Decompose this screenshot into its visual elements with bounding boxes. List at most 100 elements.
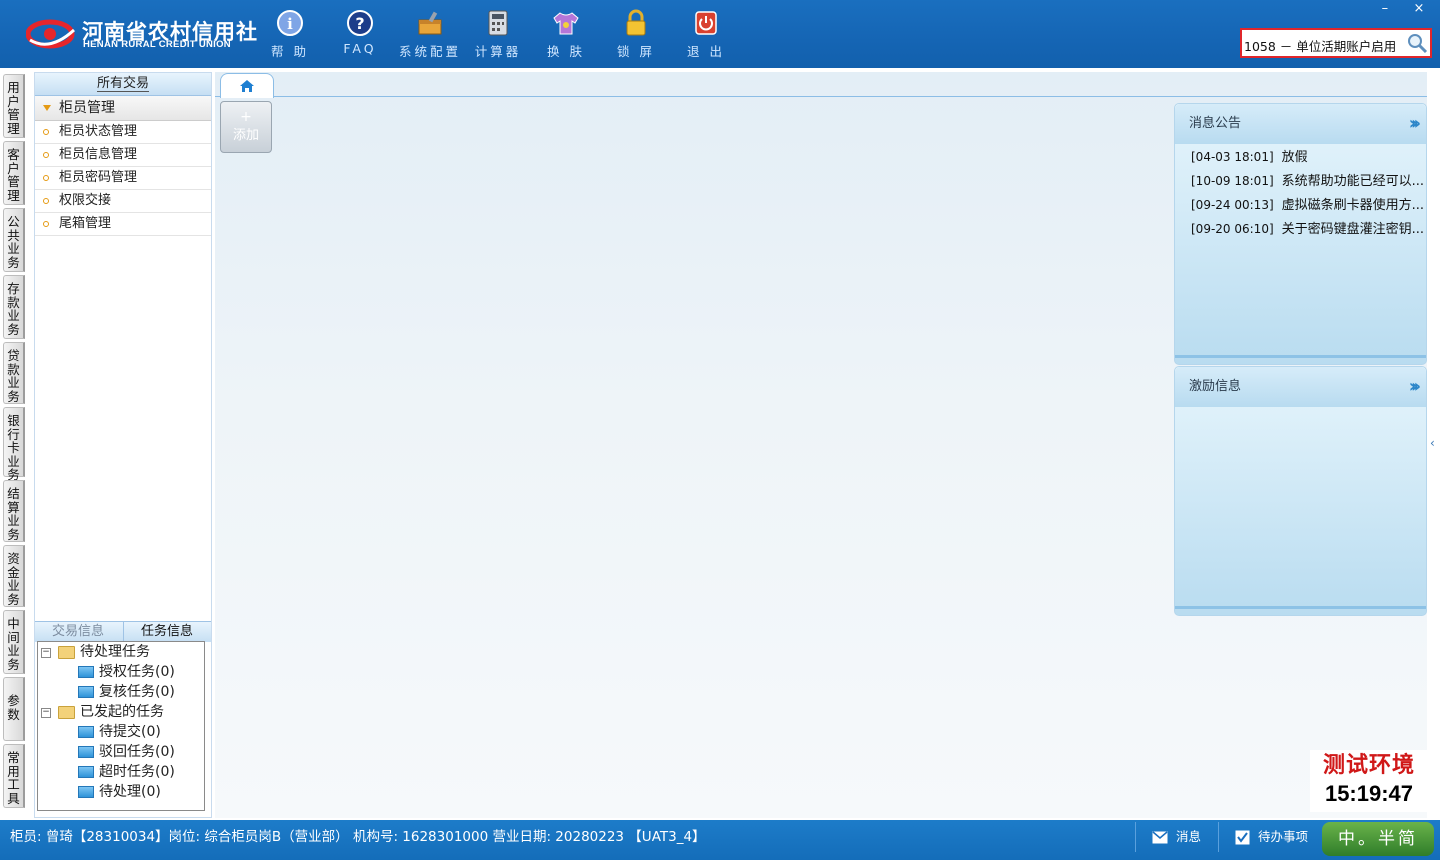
info-tabs: 交易信息 任务信息 [35, 621, 211, 642]
tree-node-to-process[interactable]: 待处理(0) [78, 782, 161, 802]
close-button[interactable]: × [1404, 0, 1434, 18]
toolbox-icon [418, 11, 442, 35]
more-chevron-icon[interactable]: ››› [1409, 367, 1421, 407]
tab-loan-business[interactable]: 贷款业务 [3, 342, 25, 404]
tab-bank-card-business[interactable]: 银行卡业务 [3, 407, 25, 482]
tab-public-business[interactable]: 公共业务 [3, 208, 25, 272]
help-label: 帮 助 [271, 44, 309, 59]
exit-label: 退 出 [687, 44, 725, 59]
system-config-label: 系统配置 [398, 44, 461, 59]
tab-fund-business[interactable]: 资金业务 [3, 545, 25, 607]
change-skin-label: 换 肤 [547, 44, 585, 59]
svg-text:?: ? [355, 14, 364, 33]
notice-header: 消息公告 ››› [1175, 104, 1426, 144]
bullet-icon [43, 220, 49, 227]
menu-item-permission-handover[interactable]: 权限交接 [35, 190, 211, 213]
folder-icon [58, 645, 75, 659]
collapse-toggle-icon[interactable]: − [41, 648, 51, 658]
svg-text:i: i [287, 15, 293, 33]
tab-user-management[interactable]: 用户管理 [3, 74, 25, 138]
transaction-panel: 所有交易 柜员管理 柜员状态管理 柜员信息管理 柜员密码管理 权限交接 尾箱管理… [34, 72, 212, 818]
more-chevron-icon[interactable]: ››› [1409, 104, 1421, 144]
collapse-right-panel-icon[interactable]: ‹ [1430, 425, 1438, 461]
tree-node-review[interactable]: 复核任务(0) [78, 682, 175, 702]
card-footer-bar [1175, 355, 1426, 358]
task-icon [78, 726, 94, 738]
calculator-button[interactable]: 计算器 [465, 8, 531, 64]
search-input[interactable]: 1058 － 单位活期账户启用 [1244, 36, 1406, 55]
help-icon: i [277, 10, 303, 36]
task-icon [78, 786, 94, 798]
bullet-icon [43, 174, 49, 181]
session-info: 柜员: 曾琦【28310034】岗位: 综合柜员岗B（营业部） 机构号: 162… [10, 829, 706, 845]
notice-item[interactable]: [04-03 18:01] 放假 [1191, 146, 1308, 165]
shirt-icon [553, 12, 579, 35]
task-icon [78, 766, 94, 778]
power-icon [695, 11, 717, 35]
tree-node-rejected[interactable]: 驳回任务(0) [78, 742, 175, 762]
collapse-toggle-icon[interactable]: − [41, 708, 51, 718]
bullet-icon [43, 128, 49, 135]
home-icon [240, 80, 254, 92]
tab-parameters[interactable]: 参数 [3, 677, 25, 741]
system-config-button[interactable]: 系统配置 [397, 8, 463, 64]
tab-transaction-info[interactable]: 交易信息 [35, 622, 121, 642]
tree-node-to-submit[interactable]: 待提交(0) [78, 722, 161, 742]
window-controls: – × [1370, 0, 1434, 20]
tab-intermediate-business[interactable]: 中间业务 [3, 610, 25, 674]
menu-item-cash-box[interactable]: 尾箱管理 [35, 213, 211, 236]
transaction-search-box[interactable]: 1058 － 单位活期账户启用 [1240, 28, 1432, 58]
lock-screen-button[interactable]: 锁 屏 [603, 8, 669, 64]
notice-item[interactable]: [09-20 06:10] 关于密码键盘灌注密钥... [1191, 218, 1424, 237]
tab-customer-management[interactable]: 客户管理 [3, 141, 25, 205]
menu-item-teller-password[interactable]: 柜员密码管理 [35, 167, 211, 190]
faq-button[interactable]: ? FAQ [327, 8, 393, 64]
add-button[interactable]: + 添加 [220, 101, 272, 153]
status-bar: 柜员: 曾琦【28310034】岗位: 综合柜员岗B（营业部） 机构号: 162… [0, 820, 1440, 860]
faq-icon: ? [347, 10, 373, 36]
notice-title: 消息公告 [1189, 116, 1242, 131]
workspace: + 添加 消息公告 ››› [04-03 18:01] 放假 [10-09 18:… [215, 72, 1427, 818]
clock: 15:19:47 [1324, 781, 1414, 806]
change-skin-button[interactable]: 换 肤 [533, 8, 599, 64]
menu-item-teller-status[interactable]: 柜员状态管理 [35, 121, 211, 144]
todo-button[interactable]: 待办事项 [1218, 822, 1327, 852]
checkbox-icon [1235, 830, 1250, 845]
incentive-title: 激励信息 [1189, 379, 1242, 394]
environment-label: 测试环境 [1322, 752, 1415, 778]
notice-item[interactable]: [09-24 00:13] 虚拟磁条刷卡器使用方... [1191, 194, 1424, 213]
faq-label: FAQ [343, 41, 377, 56]
tab-task-info[interactable]: 任务信息 [123, 622, 210, 642]
help-button[interactable]: i 帮 助 [257, 8, 323, 64]
all-transactions-header[interactable]: 所有交易 [35, 73, 211, 96]
logo-mark-icon [26, 19, 76, 49]
bullet-icon [43, 197, 49, 204]
tree-node-initiated[interactable]: 已发起的任务 [58, 702, 164, 722]
minimize-button[interactable]: – [1370, 0, 1400, 18]
calculator-label: 计算器 [474, 44, 522, 59]
lock-icon [626, 9, 646, 36]
lock-screen-label: 锁 屏 [617, 44, 655, 59]
tab-settlement-business[interactable]: 结算业务 [3, 480, 25, 542]
tree-node-authorization[interactable]: 授权任务(0) [78, 662, 175, 682]
incentive-header: 激励信息 ››› [1175, 367, 1426, 407]
menu-item-teller-info[interactable]: 柜员信息管理 [35, 144, 211, 167]
logo-text-en: HENAN RURAL CREDIT UNION [83, 39, 231, 50]
folder-icon [58, 705, 75, 719]
notice-item[interactable]: [10-09 18:01] 系统帮助功能已经可以... [1191, 170, 1424, 189]
teller-management-group[interactable]: 柜员管理 [35, 96, 211, 121]
plus-icon: + [240, 109, 252, 125]
notice-card: 消息公告 ››› [04-03 18:01] 放假 [10-09 18:01] 系统… [1174, 103, 1427, 365]
task-icon [78, 686, 94, 698]
tree-node-pending[interactable]: 待处理任务 [58, 642, 150, 662]
collapse-arrow-icon [43, 105, 51, 111]
app-logo: 河南省农村信用社 HENAN RURAL CREDIT UNION [26, 14, 257, 56]
search-icon[interactable] [1406, 32, 1428, 54]
tab-deposit-business[interactable]: 存款业务 [3, 275, 25, 339]
tab-common-tools[interactable]: 常用工具 [3, 744, 25, 808]
tree-node-timeout[interactable]: 超时任务(0) [78, 762, 175, 782]
home-tab[interactable] [220, 73, 274, 98]
task-icon [78, 666, 94, 678]
input-method-indicator[interactable]: 中。半简 [1322, 822, 1434, 856]
exit-button[interactable]: 退 出 [673, 8, 739, 64]
